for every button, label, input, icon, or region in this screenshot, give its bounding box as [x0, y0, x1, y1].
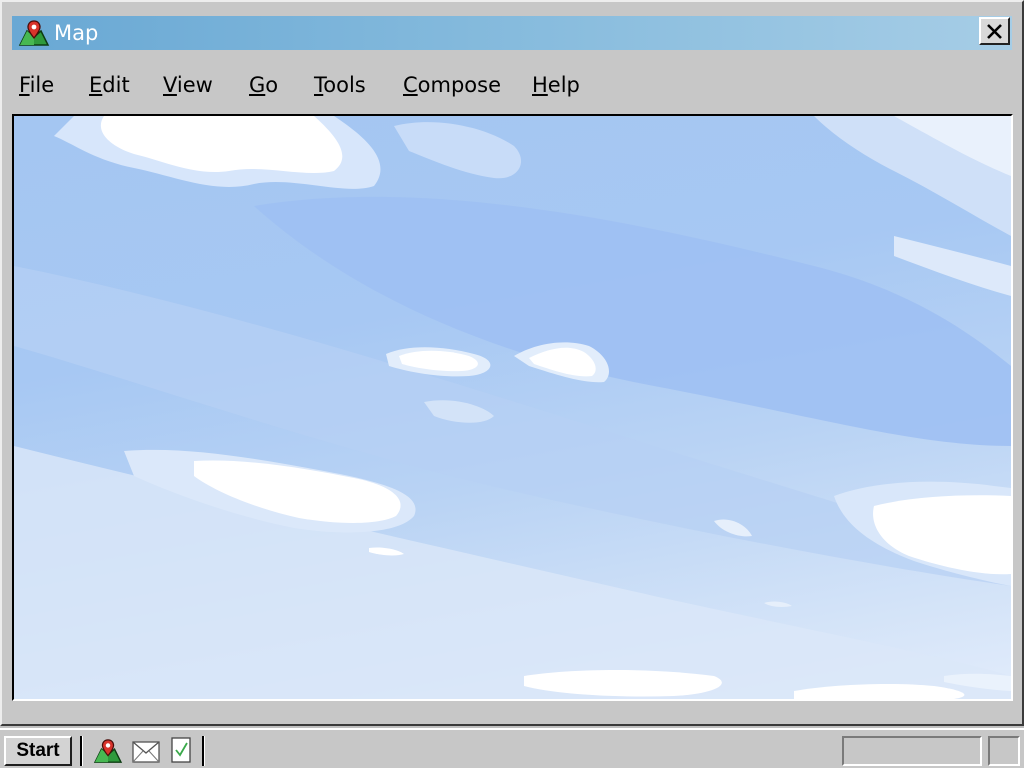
start-button[interactable]: Start [4, 736, 72, 766]
map-pin-icon [18, 20, 50, 46]
tray-corner-box [988, 736, 1020, 766]
taskbar-separator [80, 736, 83, 766]
taskbar-separator [202, 736, 205, 766]
map-pin-icon[interactable] [92, 738, 124, 764]
checkbox-icon[interactable] [171, 737, 191, 763]
menu-view[interactable]: View [163, 68, 213, 102]
menu-compose[interactable]: Compose [403, 68, 501, 102]
system-tray [842, 736, 982, 766]
map-window: Map File Edit View Go Tools Compose Help [0, 0, 1024, 726]
menu-go[interactable]: Go [249, 68, 278, 102]
taskbar: Start [0, 728, 1024, 768]
menu-file[interactable]: File [19, 68, 54, 102]
sky-clouds-image [14, 116, 1011, 699]
menu-edit[interactable]: Edit [89, 68, 130, 102]
menu-tools[interactable]: Tools [314, 68, 366, 102]
desktop: Map File Edit View Go Tools Compose Help [0, 0, 1024, 768]
window-title: Map [54, 21, 99, 45]
close-icon [987, 23, 1002, 39]
mail-icon[interactable] [132, 741, 160, 763]
map-view[interactable] [12, 114, 1013, 701]
menu-help[interactable]: Help [532, 68, 580, 102]
close-button[interactable] [979, 17, 1010, 45]
title-bar[interactable]: Map [12, 16, 1012, 50]
